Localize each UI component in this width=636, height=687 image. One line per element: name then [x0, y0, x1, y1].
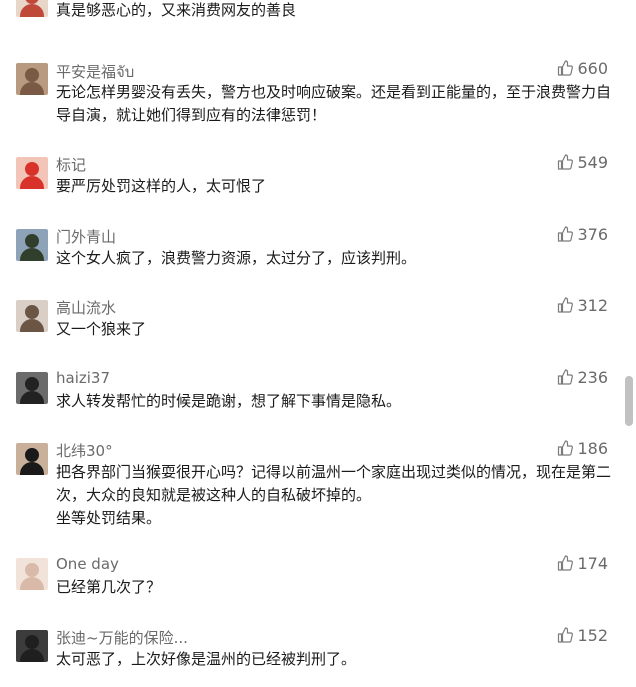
username[interactable]: One day: [56, 555, 119, 573]
avatar[interactable]: [16, 558, 48, 590]
thumbs-up-icon: [558, 627, 574, 643]
avatar[interactable]: [16, 229, 48, 261]
like-button[interactable]: 174: [557, 553, 608, 573]
comment-text: 太可恶了，上次好像是温州的已经被判刑了。: [56, 650, 357, 668]
like-count: 312: [577, 295, 608, 315]
comment-list: 真是够恶心的，又来消费网友的善良 平安是福จับ 660 无论怎样男婴没有丢失，…: [0, 0, 636, 687]
avatar[interactable]: [16, 63, 48, 95]
thumbs-up-icon: [558, 369, 574, 385]
avatar[interactable]: [16, 443, 48, 475]
like-button[interactable]: 660: [557, 58, 608, 78]
comment-text: 无论怎样男婴没有丢失，警方也及时响应破案。还是看到正能量的，至于浪费警力自导自演…: [56, 83, 612, 124]
thumbs-up-icon: [558, 60, 574, 76]
comment-item: 标记 549 要严厉处罚这样的人，太可恨了: [0, 153, 620, 197]
username[interactable]: haizi37: [56, 369, 110, 387]
like-count: 152: [577, 625, 608, 645]
username[interactable]: 标记: [56, 154, 86, 175]
thumbs-up-icon: [558, 226, 574, 242]
comment-text: 真是够恶心的，又来消费网友的善良: [56, 1, 297, 19]
scrollbar-thumb[interactable]: [625, 376, 633, 426]
comment-item: 高山流水 312 又一个狼来了: [0, 296, 620, 340]
comment-text: 又一个狼来了: [56, 320, 147, 338]
like-button[interactable]: 236: [557, 367, 608, 387]
avatar[interactable]: [16, 372, 48, 404]
comment-item: haizi37 236 求人转发帮忙的时候是跪谢，想了解下事情是隐私。: [0, 368, 620, 412]
username[interactable]: 张迪~万能的保险...: [56, 627, 188, 648]
avatar[interactable]: [16, 630, 48, 662]
username[interactable]: 门外青山: [56, 226, 116, 247]
comment-text: 求人转发帮忙的时候是跪谢，想了解下事情是隐私。: [56, 392, 402, 410]
comment-item: 真是够恶心的，又来消费网友的善良: [0, 0, 620, 35]
like-count: 186: [577, 438, 608, 458]
thumbs-up-icon: [558, 154, 574, 170]
like-count: 376: [577, 224, 608, 244]
like-count: 174: [577, 553, 608, 573]
avatar[interactable]: [16, 157, 48, 189]
username[interactable]: 北纬30°: [56, 440, 113, 461]
like-button[interactable]: 152: [557, 625, 608, 645]
like-button[interactable]: 376: [557, 224, 608, 244]
avatar[interactable]: [16, 0, 48, 17]
comment-item: 门外青山 376 这个女人疯了，浪费警力资源，太过分了，应该判刑。: [0, 225, 620, 269]
comment-item: 平安是福จับ 660 无论怎样男婴没有丢失，警方也及时响应破案。还是看到正能量…: [0, 59, 620, 133]
like-button[interactable]: 186: [557, 438, 608, 458]
thumbs-up-icon: [558, 297, 574, 313]
like-count: 549: [577, 152, 608, 172]
comment-item: 北纬30° 186 把各界部门当猴耍很开心吗？记得以前温州一个家庭出现过类似的情…: [0, 439, 620, 533]
like-button[interactable]: 312: [557, 295, 608, 315]
comment-text: 已经第几次了？: [56, 578, 162, 596]
thumbs-up-icon: [558, 440, 574, 456]
thumbs-up-icon: [558, 555, 574, 571]
like-count: 660: [577, 58, 608, 78]
username[interactable]: 高山流水: [56, 297, 116, 318]
like-button[interactable]: 549: [557, 152, 608, 172]
comment-text: 这个女人疯了，浪费警力资源，太过分了，应该判刑。: [56, 249, 417, 267]
like-count: 236: [577, 367, 608, 387]
comment-text: 把各界部门当猴耍很开心吗？记得以前温州一个家庭出现过类似的情况，现在是第二次，大…: [56, 463, 612, 527]
comment-item: 张迪~万能的保险... 152 太可恶了，上次好像是温州的已经被判刑了。: [0, 626, 620, 680]
avatar[interactable]: [16, 300, 48, 332]
comment-item: One day 174 已经第几次了？: [0, 554, 620, 598]
comment-text: 要严厉处罚这样的人，太可恨了: [56, 177, 267, 195]
